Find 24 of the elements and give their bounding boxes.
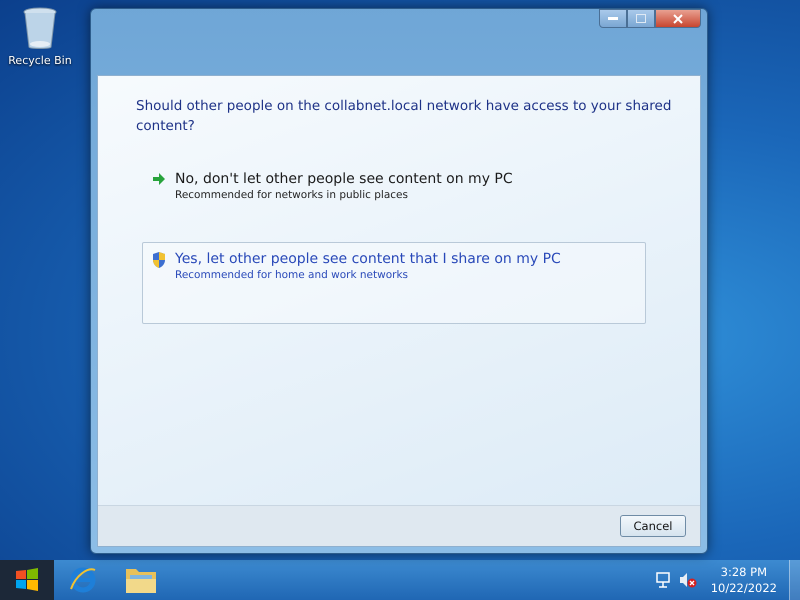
clock-time[interactable]: 3:28 PM <box>720 564 768 580</box>
option-description: Recommended for home and work networks <box>175 269 410 281</box>
option-title: No, don't let other people see content on my PC <box>175 171 513 187</box>
option-title: Yes, let other people see content that I share on my PC <box>175 251 561 267</box>
arrow-icon <box>151 171 167 187</box>
close-icon <box>673 14 683 24</box>
cancel-button[interactable]: Cancel <box>620 515 686 537</box>
recycle-bin-label[interactable]: Recycle Bin <box>8 54 72 67</box>
maximize-button[interactable] <box>627 9 655 28</box>
minimize-button[interactable] <box>599 9 627 28</box>
network-icon[interactable] <box>654 572 671 588</box>
start-button[interactable] <box>0 560 54 600</box>
clock-date[interactable]: 10/22/2022 <box>710 580 777 596</box>
option-description: Recommended for networks in public places <box>175 189 409 201</box>
minimize-icon <box>608 16 618 20</box>
command-link-option[interactable]: No, don't let other people see content on my PC Recommended for networks in public places <box>142 162 646 212</box>
windows-logo-icon <box>14 567 40 593</box>
dialog-question: Should other people on the collabnet.local network have access to your shared content? <box>136 97 672 136</box>
speaker-muted-icon[interactable] <box>678 572 697 588</box>
command-link-option[interactable]: Yes, let other people see content that I share on my PC Recommended for home and work networks <box>142 242 646 324</box>
shield-icon <box>151 251 167 269</box>
close-button[interactable] <box>655 9 701 28</box>
maximize-icon <box>636 14 646 23</box>
recycle-bin-icon[interactable] <box>22 6 58 50</box>
